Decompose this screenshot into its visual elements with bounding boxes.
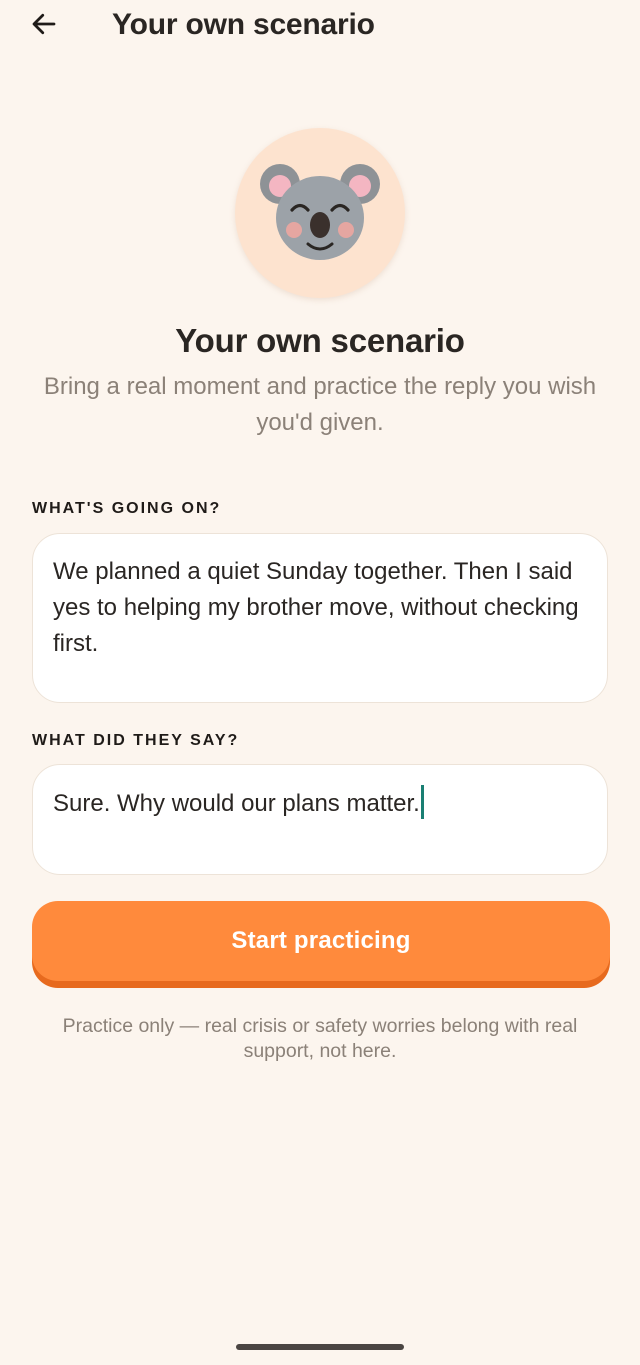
situation-text: We planned a quiet Sunday together. Then… (53, 558, 579, 657)
back-button[interactable] (22, 4, 66, 44)
app-bar-title: Your own scenario (112, 8, 375, 41)
koala-face-icon (260, 164, 380, 260)
their-words-text: Sure. Why would our plans matter. (53, 790, 420, 817)
text-cursor (420, 785, 424, 819)
page-title: Your own scenario (175, 322, 465, 359)
page-subtitle: Bring a real moment and practice the rep… (43, 373, 597, 436)
situation-text-field[interactable]: We planned a quiet Sunday together. Then… (32, 533, 608, 703)
start-practicing-button[interactable]: Start practicing (32, 901, 610, 981)
app-bar: Your own scenario (0, 0, 640, 52)
safety-disclaimer: Practice only — real crisis or safety wo… (62, 1015, 578, 1062)
arrow-left-icon (32, 13, 56, 35)
situation-label: WHAT'S GOING ON? (32, 500, 222, 517)
gesture-nav-handle[interactable] (236, 1344, 404, 1350)
avatar (235, 128, 405, 298)
their-words-label: WHAT DID THEY SAY? (32, 732, 240, 749)
their-words-text-field[interactable]: Sure. Why would our plans matter. (32, 764, 608, 875)
